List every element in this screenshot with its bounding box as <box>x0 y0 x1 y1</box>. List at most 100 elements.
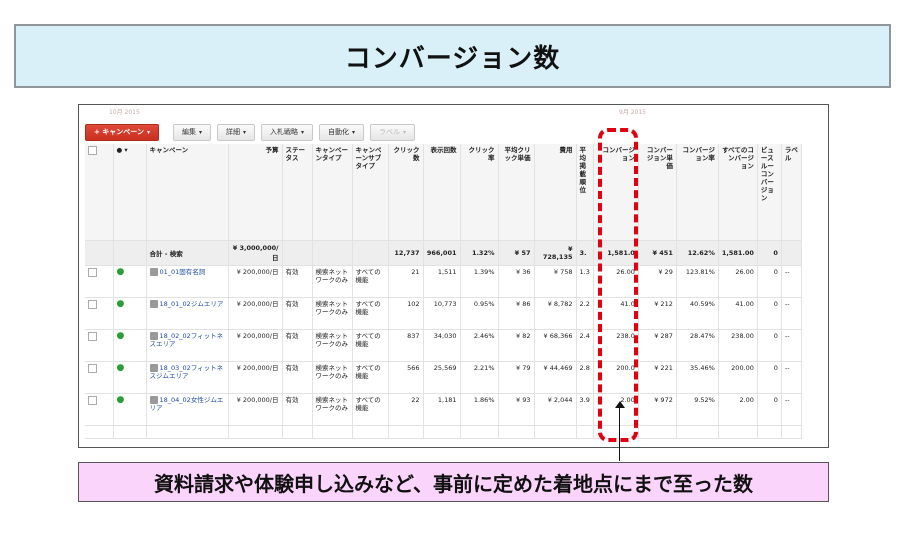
clicks-cell: 22 <box>388 393 424 426</box>
cost-cell: ¥ 2,044 <box>534 393 577 426</box>
budget-cell[interactable]: ¥ 200,000/日 <box>228 329 283 362</box>
cost-per-conversion-cell: ¥ 212 <box>638 297 677 330</box>
subtype-cell: すべての機能 <box>352 361 389 394</box>
edit-button[interactable]: 編集 ▾ <box>172 123 211 141</box>
caption-box: 資料請求や体験申し込みなど、事前に定めた着地点にまで至った数 <box>78 462 829 502</box>
table-row: ● 01_01固有名詞 ¥ 200,000/日 有効 検索ネットワークのみ すべ… <box>85 265 802 298</box>
subtype-cell: すべての機能 <box>352 265 389 298</box>
toolbar: + キャンペーン ▾ 編集 ▾ 詳細 ▾ 入札戦略 ▾ 自動化 ▾ ラベル ▾ <box>85 123 416 141</box>
ctr-cell: 1.86% <box>460 393 499 426</box>
detail-button[interactable]: 詳細 ▾ <box>216 123 255 141</box>
header-campaign[interactable]: キャンペーン <box>146 144 229 241</box>
campaign-name-link[interactable]: 18_02_02フィットネスエリア <box>150 332 224 348</box>
bid-strategy-button[interactable]: 入札戦略 ▾ <box>261 123 314 141</box>
all-conversions-cell: 41.00 <box>718 297 758 330</box>
total-cost-per-conversion: ¥ 451 <box>638 240 677 266</box>
header-budget[interactable]: 予算 <box>228 144 283 241</box>
conversion-rate-cell: 28.47% <box>676 329 719 362</box>
total-conversion-rate: 12.62% <box>676 240 719 266</box>
total-clicks: 12,737 <box>388 240 424 266</box>
arrow-up-icon <box>615 401 625 408</box>
impressions-cell: 1,181 <box>423 393 461 426</box>
clicks-cell: 21 <box>388 265 424 298</box>
header-labels[interactable]: ラベル <box>781 144 802 241</box>
table-row: ● 18_02_02フィットネスエリア ¥ 200,000/日 有効 検索ネット… <box>85 329 802 362</box>
header-status[interactable]: ステータス <box>282 144 313 241</box>
automate-button[interactable]: 自動化 ▾ <box>319 123 365 141</box>
table-body: 合計 - 検索 ¥ 3,000,000/日 12,737 966,001 1.3… <box>85 240 802 439</box>
select-all-cell[interactable] <box>85 144 114 241</box>
impressions-cell: 1,511 <box>423 265 461 298</box>
enabled-dot-icon[interactable]: ● <box>117 395 125 405</box>
header-all-conversions[interactable]: すべてのコンバージョン <box>718 144 758 241</box>
header-view-through[interactable]: ビュースルーコンバージョン <box>757 144 782 241</box>
cost-cell: ¥ 8,782 <box>534 297 577 330</box>
label-button[interactable]: ラベル ▾ <box>370 123 416 141</box>
cost-cell: ¥ 44,469 <box>534 361 577 394</box>
all-conversions-cell: 200.00 <box>718 361 758 394</box>
cost-cell: ¥ 68,366 <box>534 329 577 362</box>
header-cost[interactable]: 費用 <box>534 144 577 241</box>
search-campaign-icon <box>149 364 158 372</box>
labels-cell: -- <box>781 361 802 394</box>
avg-cpc-cell: ¥ 36 <box>498 265 535 298</box>
avg-cpc-cell: ¥ 79 <box>498 361 535 394</box>
budget-cell[interactable]: ¥ 200,000/日 <box>228 297 283 330</box>
pointer-line <box>619 406 620 461</box>
adwords-screenshot: 10月 2015 9月 2015 + キャンペーン ▾ 編集 ▾ 詳細 ▾ 入札戦略 ▾… <box>78 104 829 448</box>
campaign-table: ● ▾ キャンペーン 予算 ステータス キャンペーンタイプ キャンペーンサブタイ… <box>85 144 802 439</box>
enabled-dot-icon[interactable]: ● <box>117 331 125 341</box>
add-campaign-button[interactable]: + キャンペーン ▾ <box>85 123 159 141</box>
header-impressions[interactable]: 表示回数 <box>423 144 461 241</box>
campaign-name-link[interactable]: 18_03_02フィットネスジムエリア <box>150 364 224 380</box>
type-cell: 検索ネットワークのみ <box>312 361 353 394</box>
enabled-dot-icon[interactable]: ● <box>117 299 125 309</box>
cost-per-conversion-cell: ¥ 29 <box>638 265 677 298</box>
avg-position-cell: 2.8 <box>576 361 594 394</box>
select-all-checkbox[interactable] <box>88 146 97 155</box>
subtype-cell: すべての機能 <box>352 297 389 330</box>
labels-cell: -- <box>781 297 802 330</box>
header-clicks[interactable]: クリック数 <box>388 144 424 241</box>
campaign-name-link[interactable]: 01_01固有名詞 <box>160 268 206 276</box>
ctr-cell: 2.21% <box>460 361 499 394</box>
clicks-cell: 102 <box>388 297 424 330</box>
total-view-through: 0 <box>757 240 782 266</box>
budget-cell[interactable]: ¥ 200,000/日 <box>228 393 283 426</box>
clicks-cell: 837 <box>388 329 424 362</box>
enabled-dot-icon[interactable]: ● <box>117 363 125 373</box>
header-conversion-rate[interactable]: コンバージョン率 <box>676 144 719 241</box>
table-row: ● 18_01_02ジムエリア ¥ 200,000/日 有効 検索ネットワークの… <box>85 297 802 330</box>
status-cell: 有効 <box>282 361 313 394</box>
row-checkbox[interactable] <box>88 396 97 405</box>
row-checkbox[interactable] <box>88 268 97 277</box>
caret-down-icon: ▾ <box>301 128 305 136</box>
status-dot-header[interactable]: ● ▾ <box>113 144 147 241</box>
header-ctr[interactable]: クリック率 <box>460 144 499 241</box>
campaign-name-link[interactable]: 18_04_02女性ジムエリア <box>150 396 224 412</box>
enabled-dot-icon[interactable]: ● <box>117 267 125 277</box>
type-cell: 検索ネットワークのみ <box>312 265 353 298</box>
ctr-cell: 0.95% <box>460 297 499 330</box>
caret-down-icon: ▾ <box>146 128 150 136</box>
view-through-cell: 0 <box>757 329 782 362</box>
search-campaign-icon <box>149 300 158 308</box>
row-checkbox[interactable] <box>88 364 97 373</box>
campaign-name-link[interactable]: 18_01_02ジムエリア <box>160 300 224 308</box>
budget-cell[interactable]: ¥ 200,000/日 <box>228 361 283 394</box>
header-campaign-type[interactable]: キャンペーンタイプ <box>312 144 353 241</box>
title-banner: コンバージョン数 <box>14 24 891 88</box>
view-through-cell: 0 <box>757 297 782 330</box>
header-avg-position[interactable]: 平均掲載順位 <box>576 144 594 241</box>
status-cell: 有効 <box>282 297 313 330</box>
caption-text: 資料請求や体験申し込みなど、事前に定めた着地点にまで至った数 <box>154 471 753 496</box>
row-checkbox[interactable] <box>88 332 97 341</box>
labels-cell: -- <box>781 265 802 298</box>
header-campaign-subtype[interactable]: キャンペーンサブタイプ <box>352 144 389 241</box>
labels-cell: -- <box>781 393 802 426</box>
row-checkbox[interactable] <box>88 300 97 309</box>
all-conversions-cell: 26.00 <box>718 265 758 298</box>
header-cost-per-conversion[interactable]: コンバージョン単価 <box>638 144 677 241</box>
header-avg-cpc[interactable]: 平均クリック単価 <box>498 144 535 241</box>
budget-cell[interactable]: ¥ 200,000/日 <box>228 265 283 298</box>
